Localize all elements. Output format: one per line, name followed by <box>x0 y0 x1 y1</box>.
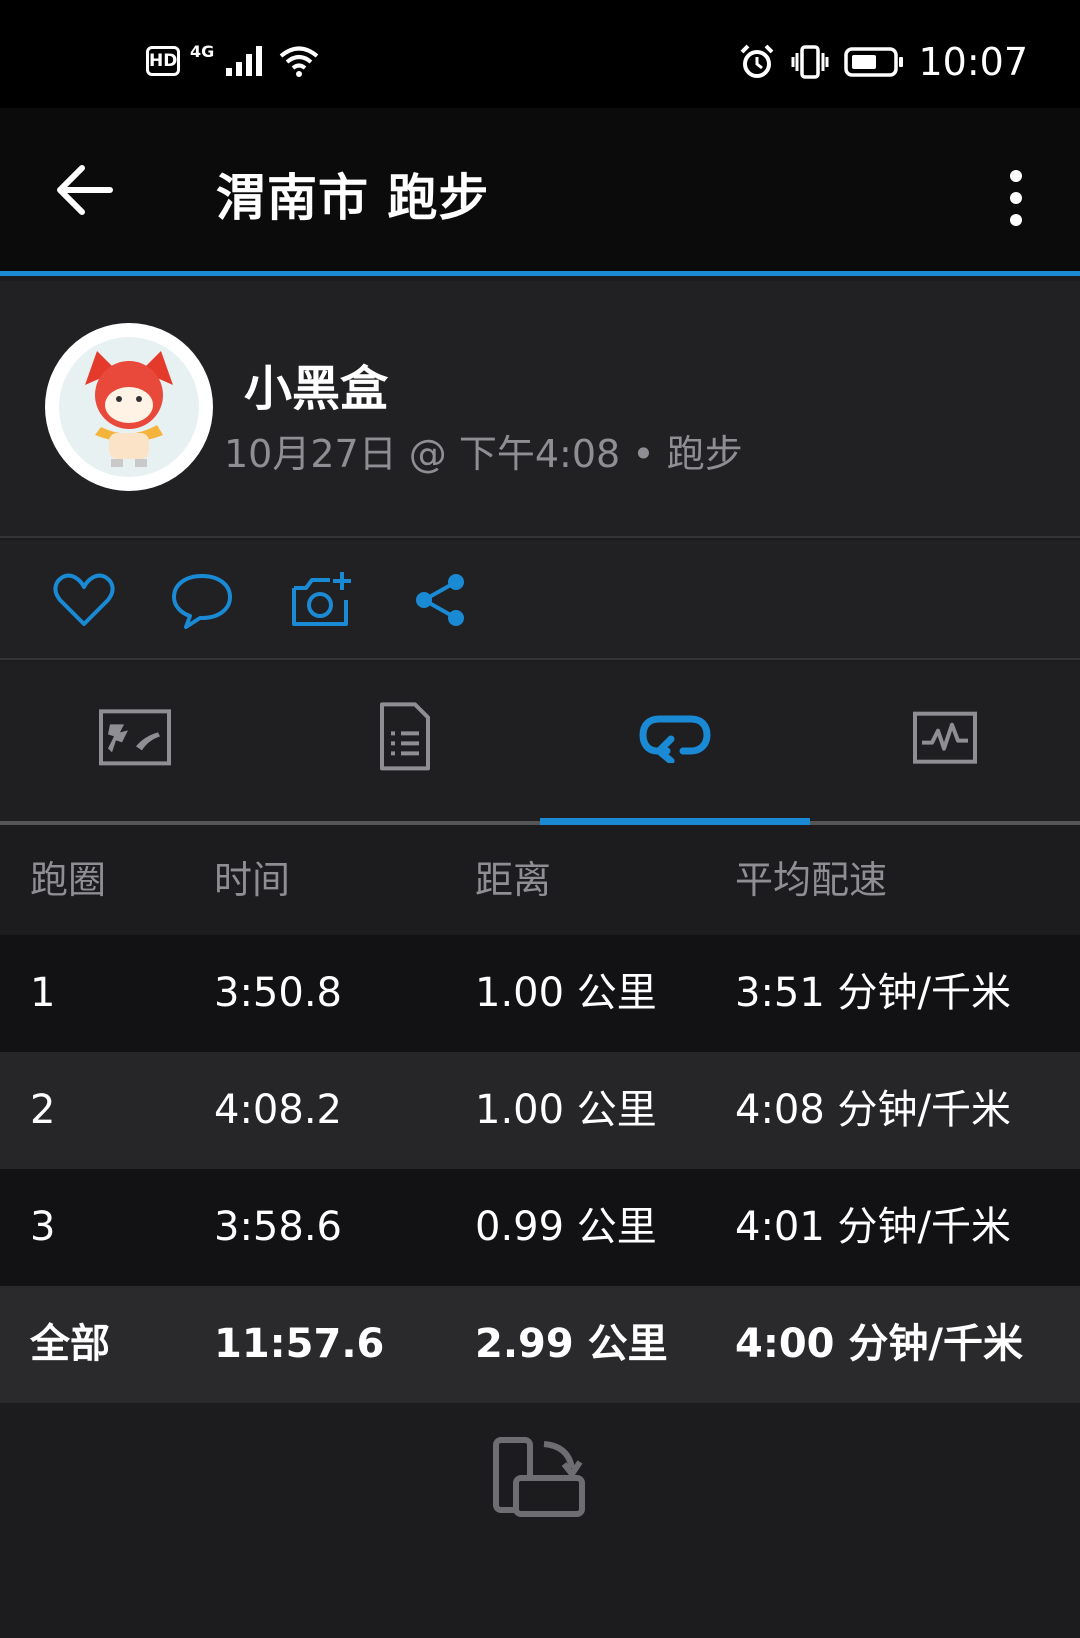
app-bar: 渭南市 跑步 <box>0 108 1080 276</box>
footer-area <box>0 1404 1080 1638</box>
table-row[interactable]: 1 3:50.8 1.00 公里 3:51 分钟/千米 <box>0 935 1080 1052</box>
avatar[interactable] <box>45 323 213 491</box>
lap-time: 3:50.8 <box>214 970 342 1016</box>
comment-icon[interactable] <box>170 570 234 630</box>
tab-map[interactable] <box>0 662 270 821</box>
lap-distance: 1.00 公里 <box>475 970 657 1016</box>
tab-charts[interactable] <box>810 662 1080 821</box>
network-type: 4G <box>190 42 215 61</box>
status-right: 10:07 <box>738 40 1028 84</box>
signal-icon <box>226 46 263 76</box>
table-header: 跑圈 时间 距离 平均配速 <box>0 825 1080 935</box>
more-vertical-icon[interactable] <box>1002 168 1030 228</box>
user-name[interactable]: 小黑盒 <box>244 349 388 419</box>
lap-pace: 3:51 分钟/千米 <box>735 970 1012 1016</box>
tab-summary[interactable] <box>270 662 540 821</box>
rotate-screen-icon[interactable] <box>490 1434 590 1524</box>
summary-icon <box>380 701 430 770</box>
chart-icon <box>913 711 977 764</box>
header-time: 时间 <box>214 858 291 902</box>
laps-icon <box>639 715 711 763</box>
lap-pace: 4:01 分钟/千米 <box>735 1204 1012 1250</box>
arrow-left-icon[interactable] <box>50 160 120 220</box>
lap-number: 1 <box>30 970 56 1016</box>
table-row[interactable]: 2 4:08.2 1.00 公里 4:08 分钟/千米 <box>0 1052 1080 1169</box>
lap-number: 2 <box>30 1087 56 1133</box>
tab-laps[interactable] <box>540 662 810 821</box>
table-total-row: 全部 11:57.6 2.99 公里 4:00 分钟/千米 <box>0 1286 1080 1403</box>
activity-profile: 小黑盒 10月27日 @ 下午4:08 • 跑步 <box>0 281 1080 538</box>
status-left: HD 4G <box>146 42 320 78</box>
map-icon <box>99 708 171 765</box>
wifi-icon <box>279 46 319 77</box>
alarm-icon <box>741 44 774 78</box>
page-title: 渭南市 跑步 <box>216 169 490 227</box>
battery-icon <box>844 47 904 77</box>
total-time: 11:57.6 <box>214 1321 385 1367</box>
active-tab-indicator <box>540 818 810 825</box>
activity-tabs <box>0 662 1080 825</box>
total-distance: 2.99 公里 <box>475 1321 668 1367</box>
add-photo-icon[interactable] <box>290 570 354 630</box>
heart-icon[interactable] <box>52 570 116 630</box>
vibrate-icon <box>791 45 829 79</box>
lap-pace: 4:08 分钟/千米 <box>735 1087 1012 1133</box>
header-lap: 跑圈 <box>30 858 107 902</box>
activity-meta: 10月27日 @ 下午4:08 • 跑步 <box>224 432 743 476</box>
total-label: 全部 <box>30 1321 110 1367</box>
lap-distance: 0.99 公里 <box>475 1204 657 1250</box>
status-bar: HD 4G 10:07 <box>0 0 1080 108</box>
share-icon[interactable] <box>410 570 474 630</box>
hd-icon: HD <box>146 46 180 76</box>
lap-time: 4:08.2 <box>214 1087 342 1133</box>
lap-number: 3 <box>30 1204 56 1250</box>
laps-table: 跑圈 时间 距离 平均配速 1 3:50.8 1.00 公里 3:51 分钟/千… <box>0 825 1080 1403</box>
table-row[interactable]: 3 3:58.6 0.99 公里 4:01 分钟/千米 <box>0 1169 1080 1286</box>
lap-distance: 1.00 公里 <box>475 1087 657 1133</box>
action-bar <box>0 540 1080 660</box>
total-pace: 4:00 分钟/千米 <box>735 1321 1024 1367</box>
clock: 10:07 <box>918 40 1028 84</box>
header-avg-pace: 平均配速 <box>735 858 888 902</box>
lap-time: 3:58.6 <box>214 1204 342 1250</box>
avatar-image <box>59 337 199 477</box>
header-distance: 距离 <box>475 858 552 902</box>
